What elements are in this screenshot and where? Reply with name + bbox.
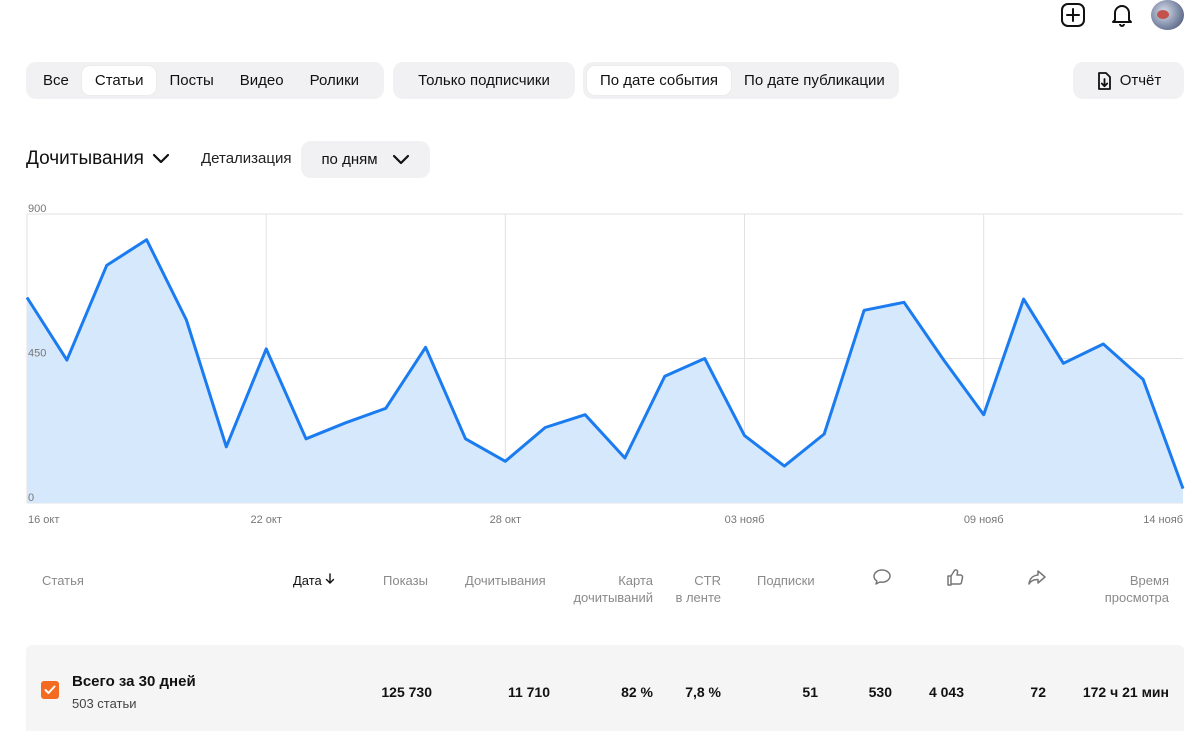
chevron-down-icon: [392, 154, 409, 164]
chart-point[interactable]: [1101, 342, 1105, 346]
chart-point[interactable]: [623, 456, 627, 460]
tab-videos[interactable]: Видео: [227, 66, 297, 95]
chart-point[interactable]: [1141, 377, 1145, 381]
totals-read-map: 82 %: [621, 684, 653, 700]
detail-select[interactable]: по дням: [301, 141, 430, 178]
chart-point[interactable]: [384, 406, 388, 410]
totals-reads: 11 710: [507, 684, 550, 700]
chart-point[interactable]: [543, 426, 547, 430]
chart-point[interactable]: [822, 432, 826, 436]
chart-point[interactable]: [663, 374, 667, 378]
chart-point[interactable]: [145, 238, 149, 242]
tab-by-publish-date[interactable]: По дате публикации: [731, 66, 898, 95]
y-tick-label: 0: [28, 492, 34, 504]
chart-point[interactable]: [782, 464, 786, 468]
col-header-ctr-line2: в ленте: [675, 590, 721, 605]
chart-point[interactable]: [942, 358, 946, 362]
tab-all[interactable]: Все: [30, 66, 82, 95]
totals-likes: 4 043: [928, 684, 964, 700]
share-icon[interactable]: [1027, 568, 1047, 590]
totals-checkbox[interactable]: [41, 681, 59, 699]
chart-point[interactable]: [304, 437, 308, 441]
detail-value: по дням: [321, 151, 378, 168]
totals-title: Всего за 30 дней: [72, 673, 196, 690]
subscribers-only-label: Только подписчики: [418, 72, 550, 89]
chart-point[interactable]: [1181, 487, 1185, 491]
chart-point[interactable]: [184, 318, 188, 322]
col-header-read-map[interactable]: Карта дочитываний: [560, 572, 653, 606]
chart-point[interactable]: [224, 445, 228, 449]
like-icon[interactable]: [945, 567, 965, 591]
check-icon: [44, 685, 56, 694]
tab-articles[interactable]: Статьи: [81, 66, 157, 95]
x-tick-label: 28 окт: [490, 514, 521, 526]
report-label: Отчёт: [1119, 72, 1162, 89]
col-header-date[interactable]: Дата: [293, 572, 335, 589]
metric-selector[interactable]: Дочитывания: [26, 148, 170, 170]
col-header-article[interactable]: Статья: [42, 572, 84, 589]
totals-comments: 530: [868, 684, 892, 700]
avatar[interactable]: [1151, 0, 1184, 30]
tab-posts[interactable]: Посты: [156, 66, 226, 95]
chart-point[interactable]: [862, 308, 866, 312]
subscribers-only-toggle[interactable]: Только подписчики: [393, 62, 575, 99]
chart-point[interactable]: [1061, 361, 1065, 365]
col-header-ctr[interactable]: CTR в ленте: [665, 572, 721, 606]
chart-point[interactable]: [463, 437, 467, 441]
totals-impressions: 125 730: [381, 684, 432, 700]
chart-point[interactable]: [264, 347, 268, 351]
col-header-subscriptions[interactable]: Подписки: [757, 572, 815, 589]
totals-ctr: 7,8 %: [685, 684, 721, 700]
chart-point[interactable]: [424, 345, 428, 349]
y-tick-label: 450: [28, 348, 46, 360]
chart-area: [27, 239, 1183, 503]
metric-label: Дочитывания: [26, 148, 144, 169]
chart-point[interactable]: [65, 358, 69, 362]
date-mode-tabs: По дате события По дате публикации: [583, 62, 899, 99]
content-type-tabs: Все Статьи Посты Видео Ролики: [26, 62, 384, 99]
col-header-read-map-line2: дочитываний: [573, 590, 653, 605]
chevron-down-icon: [152, 153, 170, 164]
x-tick-label: 16 окт: [28, 514, 59, 526]
detail-label: Детализация: [201, 150, 292, 167]
col-header-date-label: Дата: [293, 573, 322, 588]
x-tick-label: 09 нояб: [964, 514, 1004, 526]
totals-subscriptions: 51: [802, 684, 818, 700]
x-tick-label: 14 нояб: [1143, 514, 1183, 526]
totals-row: Всего за 30 дней 503 статьи 125 730 11 7…: [26, 645, 1184, 731]
report-button[interactable]: Отчёт: [1073, 62, 1184, 99]
col-header-impressions[interactable]: Показы: [383, 572, 428, 589]
chart-point[interactable]: [1022, 297, 1026, 301]
col-header-ctr-line1: CTR: [694, 573, 721, 588]
reads-chart: 900 450 0 16 окт 22 окт 28 окт 03 нояб 09 нояб 1…: [25, 203, 1185, 526]
chart-point[interactable]: [105, 263, 109, 267]
col-header-reads[interactable]: Дочитывания: [465, 572, 546, 589]
chart-point[interactable]: [25, 295, 29, 299]
totals-shares: 72: [1030, 684, 1046, 700]
x-tick-label: 22 окт: [250, 514, 281, 526]
y-tick-label: 900: [28, 203, 46, 215]
tab-by-event-date[interactable]: По дате события: [587, 66, 732, 95]
chart-point[interactable]: [902, 300, 906, 304]
col-header-read-map-line1: Карта: [618, 573, 653, 588]
chart-point[interactable]: [344, 421, 348, 425]
x-tick-label: 03 нояб: [725, 514, 765, 526]
comment-icon[interactable]: [872, 568, 892, 590]
col-header-view-time-line1: Время: [1129, 573, 1169, 588]
chart-point[interactable]: [703, 357, 707, 361]
col-header-view-time[interactable]: Время просмотра: [1090, 572, 1169, 606]
chart-point[interactable]: [583, 413, 587, 417]
bell-icon[interactable]: [1109, 2, 1135, 28]
col-header-view-time-line2: просмотра: [1104, 590, 1169, 605]
chart-point[interactable]: [982, 413, 986, 417]
report-icon: [1097, 71, 1111, 90]
totals-subtitle: 503 статьи: [72, 696, 137, 711]
sort-down-icon: [326, 573, 335, 584]
chart-point[interactable]: [743, 434, 747, 438]
tab-shorts[interactable]: Ролики: [297, 66, 372, 95]
totals-view-time: 172 ч 21 мин: [1082, 684, 1169, 700]
chart-point[interactable]: [503, 459, 507, 463]
add-icon[interactable]: [1060, 2, 1086, 28]
